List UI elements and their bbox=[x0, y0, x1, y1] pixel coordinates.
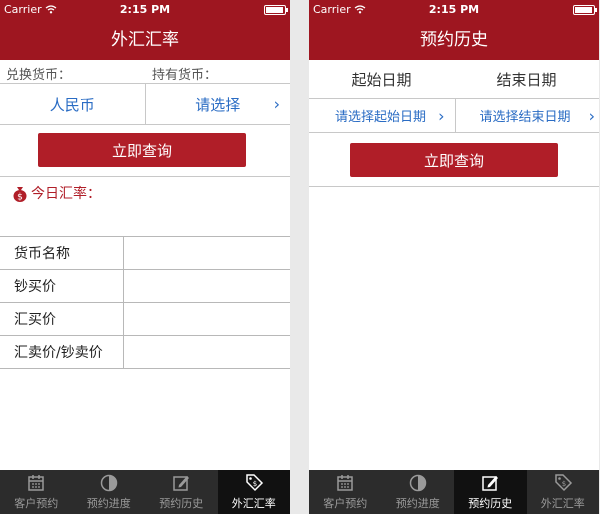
start-date-value: 请选择起始日期 bbox=[335, 110, 427, 125]
today-rate-label: 今日汇率： bbox=[31, 186, 101, 202]
tab-label: 客户预约 bbox=[323, 497, 368, 510]
tab-label: 预约进度 bbox=[395, 497, 440, 510]
progress-icon bbox=[409, 474, 426, 492]
exchange-currency-value: 人民币 bbox=[49, 95, 95, 114]
tab-label: 外汇汇率 bbox=[540, 497, 585, 510]
row-label: 汇卖价/钞卖价 bbox=[0, 336, 124, 368]
divider bbox=[0, 176, 290, 177]
row-value bbox=[124, 237, 290, 269]
status-bar: Carrier 2:15 PM bbox=[309, 0, 599, 20]
calendar-icon bbox=[28, 475, 44, 491]
battery-icon bbox=[573, 5, 597, 15]
price-tag-icon: $ bbox=[555, 474, 572, 492]
svg-text:$: $ bbox=[562, 480, 566, 488]
svg-text:$: $ bbox=[17, 192, 23, 202]
tab-booking-progress[interactable]: 预约进度 bbox=[382, 470, 455, 514]
booking-history-screen: Carrier 2:15 PM 预约历史 起始日期 结束日期 请选择起始日期 ›… bbox=[309, 0, 599, 514]
svg-text:$: $ bbox=[253, 480, 257, 488]
table-row: 汇卖价/钞卖价 bbox=[0, 336, 290, 369]
hold-currency-label: 持有货币： bbox=[152, 68, 218, 83]
row-value bbox=[124, 303, 290, 335]
page-title: 预约历史 bbox=[309, 20, 599, 60]
currency-select-row: 人民币 请选择 › bbox=[0, 84, 290, 125]
table-row: 汇买价 bbox=[0, 303, 290, 336]
row-label: 货币名称 bbox=[0, 237, 124, 269]
tab-label: 外汇汇率 bbox=[231, 497, 276, 510]
tab-label: 预约历史 bbox=[159, 497, 204, 510]
tab-forex-rate[interactable]: $ 外汇汇率 bbox=[217, 470, 290, 514]
date-header-row: 起始日期 结束日期 bbox=[309, 60, 599, 98]
money-bag-icon: $ bbox=[13, 186, 27, 202]
today-rate-heading: $ 今日汇率： bbox=[12, 183, 101, 203]
page-title: 外汇汇率 bbox=[0, 20, 290, 60]
row-label: 汇买价 bbox=[0, 303, 124, 335]
forex-rate-screen: Carrier 2:15 PM 外汇汇率 兑换货币： 持有货币： 人民币 请选择… bbox=[0, 0, 290, 514]
tab-bar: 客户预约 预约进度 预约历史 $ 外汇汇率 bbox=[0, 470, 290, 514]
tab-booking-history[interactable]: 预约历史 bbox=[145, 470, 218, 514]
currency-label-row: 兑换货币： 持有货币： bbox=[0, 60, 290, 84]
hold-currency-select[interactable]: 请选择 › bbox=[144, 84, 291, 124]
tab-booking-progress[interactable]: 预约进度 bbox=[73, 470, 146, 514]
end-date-select[interactable]: 请选择结束日期 › bbox=[454, 99, 600, 132]
end-date-value: 请选择结束日期 bbox=[479, 110, 571, 125]
chevron-right-icon: › bbox=[588, 106, 595, 125]
chevron-right-icon: › bbox=[273, 94, 280, 114]
tab-customer-booking[interactable]: 客户预约 bbox=[309, 470, 382, 514]
status-time: 2:15 PM bbox=[119, 3, 171, 16]
end-date-label: 结束日期 bbox=[496, 70, 557, 89]
start-date-select[interactable]: 请选择起始日期 › bbox=[309, 99, 455, 132]
query-button[interactable]: 立即查询 bbox=[350, 143, 558, 177]
date-select-row: 请选择起始日期 › 请选择结束日期 › bbox=[309, 98, 599, 133]
row-value bbox=[124, 336, 290, 368]
price-tag-icon: $ bbox=[246, 474, 263, 492]
table-row: 钞买价 bbox=[0, 270, 290, 303]
tab-label: 客户预约 bbox=[14, 497, 59, 510]
row-value bbox=[124, 270, 290, 302]
status-bar: Carrier 2:15 PM bbox=[0, 0, 290, 20]
tab-label: 预约进度 bbox=[86, 497, 131, 510]
tab-booking-history[interactable]: 预约历史 bbox=[454, 470, 527, 514]
query-button[interactable]: 立即查询 bbox=[38, 133, 246, 167]
exchange-currency-label: 兑换货币： bbox=[6, 68, 72, 83]
start-date-label: 起始日期 bbox=[351, 70, 412, 89]
hold-currency-value: 请选择 bbox=[195, 95, 241, 114]
progress-icon bbox=[100, 474, 117, 492]
tab-customer-booking[interactable]: 客户预约 bbox=[0, 470, 73, 514]
tab-label: 预约历史 bbox=[468, 497, 513, 510]
tab-forex-rate[interactable]: $ 外汇汇率 bbox=[527, 470, 600, 514]
status-time: 2:15 PM bbox=[428, 3, 480, 16]
rate-table: 货币名称 钞买价 汇买价 汇卖价/钞卖价 bbox=[0, 236, 290, 369]
edit-icon bbox=[482, 476, 499, 491]
tab-bar: 客户预约 预约进度 预约历史 $ 外汇汇率 bbox=[309, 470, 599, 514]
row-label: 钞买价 bbox=[0, 270, 124, 302]
battery-icon bbox=[264, 5, 288, 15]
edit-icon bbox=[173, 476, 190, 491]
table-row: 货币名称 bbox=[0, 237, 290, 270]
calendar-icon bbox=[337, 475, 353, 491]
chevron-right-icon: › bbox=[438, 106, 445, 125]
exchange-currency-select[interactable]: 人民币 bbox=[0, 84, 145, 124]
divider bbox=[309, 186, 599, 187]
